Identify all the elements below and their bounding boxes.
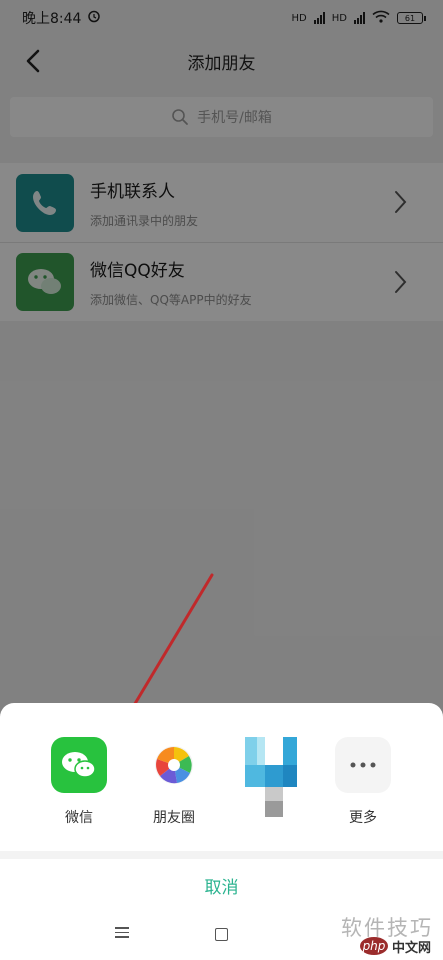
wechat-icon [51,737,107,793]
home-key-icon[interactable] [215,928,228,941]
pixelated-app-icon [239,737,299,819]
share-label: 更多 [349,810,377,826]
cancel-button[interactable]: 取消 [0,859,443,911]
share-label [234,833,304,851]
share-more-button[interactable]: 更多 [328,737,398,826]
menu-key-icon[interactable] [115,927,129,941]
php-logo: php [359,937,388,955]
watermark-logo: php 中文网 [359,935,431,957]
moments-icon [146,737,202,793]
divider [0,851,443,859]
share-label: 微信 [65,810,93,826]
share-wechat-button[interactable]: 微信 [44,737,114,826]
share-app-button[interactable] [234,737,304,851]
share-label: 朋友圈 [153,810,195,826]
share-targets: 微信 朋友圈 更多 [0,737,443,847]
share-moments-button[interactable]: 朋友圈 [139,737,209,826]
more-icon [335,737,391,793]
logo-text: 中文网 [391,940,431,956]
